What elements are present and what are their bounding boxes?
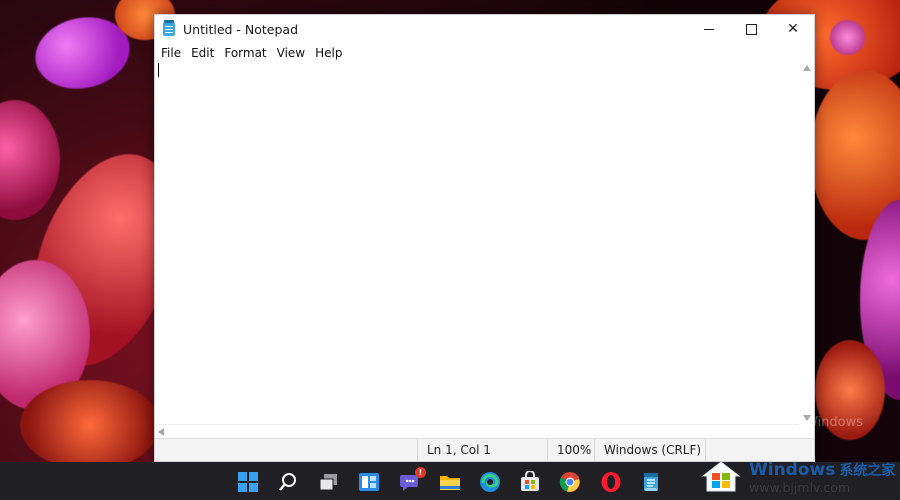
opera-icon[interactable] <box>600 471 622 493</box>
notepad-icon[interactable] <box>640 471 662 493</box>
menu-file[interactable]: File <box>159 46 187 60</box>
wallpaper-blob <box>830 20 865 55</box>
menu-bar: File Edit Format View Help <box>155 43 814 63</box>
vertical-scrollbar[interactable] <box>799 61 814 425</box>
watermark-url: www.bjjmlv.com <box>749 479 851 495</box>
title-bar[interactable]: Untitled - Notepad ✕ <box>155 15 814 43</box>
watermark-cn: 系统之家 <box>839 462 896 479</box>
task-view-icon[interactable] <box>318 471 340 493</box>
status-zoom: 100% <box>547 439 594 461</box>
wallpaper-blob <box>0 100 60 220</box>
close-icon: ✕ <box>787 21 799 37</box>
menu-format[interactable]: Format <box>222 46 272 60</box>
minimize-icon <box>704 28 714 30</box>
scroll-up-icon[interactable] <box>803 65 811 71</box>
window-title: Untitled - Notepad <box>183 21 299 37</box>
store-icon[interactable] <box>519 470 541 493</box>
minimize-button[interactable] <box>688 15 730 43</box>
status-zoom-text: 100% <box>557 443 592 457</box>
teams-chat-icon[interactable]: ! <box>399 467 426 493</box>
file-explorer-icon[interactable] <box>439 471 461 493</box>
wallpaper-blob <box>20 380 160 470</box>
text-editor[interactable] <box>155 61 799 425</box>
status-line-ending-text: Windows (CRLF) <box>604 443 702 457</box>
widgets-icon[interactable] <box>358 471 380 493</box>
status-position: Ln 1, Col 1 <box>417 439 547 461</box>
maximize-button[interactable] <box>730 15 772 43</box>
chrome-icon[interactable] <box>559 471 581 493</box>
notepad-window: Untitled - Notepad ✕ File Edit Format Vi… <box>154 14 815 462</box>
status-line-ending: Windows (CRLF) <box>594 439 705 461</box>
status-position-text: Ln 1, Col 1 <box>427 443 491 457</box>
chat-badge: ! <box>415 467 426 478</box>
text-caret <box>158 63 159 77</box>
close-button[interactable]: ✕ <box>772 15 814 43</box>
site-watermark: Windows 系统之家 www.bjjmlv.com <box>695 458 900 496</box>
menu-help[interactable]: Help <box>313 46 348 60</box>
windows-start-icon[interactable] <box>237 471 259 493</box>
windows-logo-icon <box>701 460 741 494</box>
window-controls: ✕ <box>688 15 814 43</box>
scroll-down-icon[interactable] <box>803 415 811 421</box>
active-app-indicator <box>645 488 657 491</box>
notepad-app-icon <box>163 20 175 36</box>
edge-icon[interactable] <box>479 471 501 493</box>
search-icon[interactable] <box>277 471 299 493</box>
horizontal-scrollbar[interactable] <box>155 424 799 439</box>
scroll-left-icon[interactable] <box>158 428 164 436</box>
maximize-icon <box>745 23 757 35</box>
menu-edit[interactable]: Edit <box>189 46 220 60</box>
menu-view[interactable]: View <box>275 46 311 60</box>
watermark-title: Windows <box>749 459 836 480</box>
watermark-text: Windows 系统之家 www.bjjmlv.com <box>749 460 895 495</box>
